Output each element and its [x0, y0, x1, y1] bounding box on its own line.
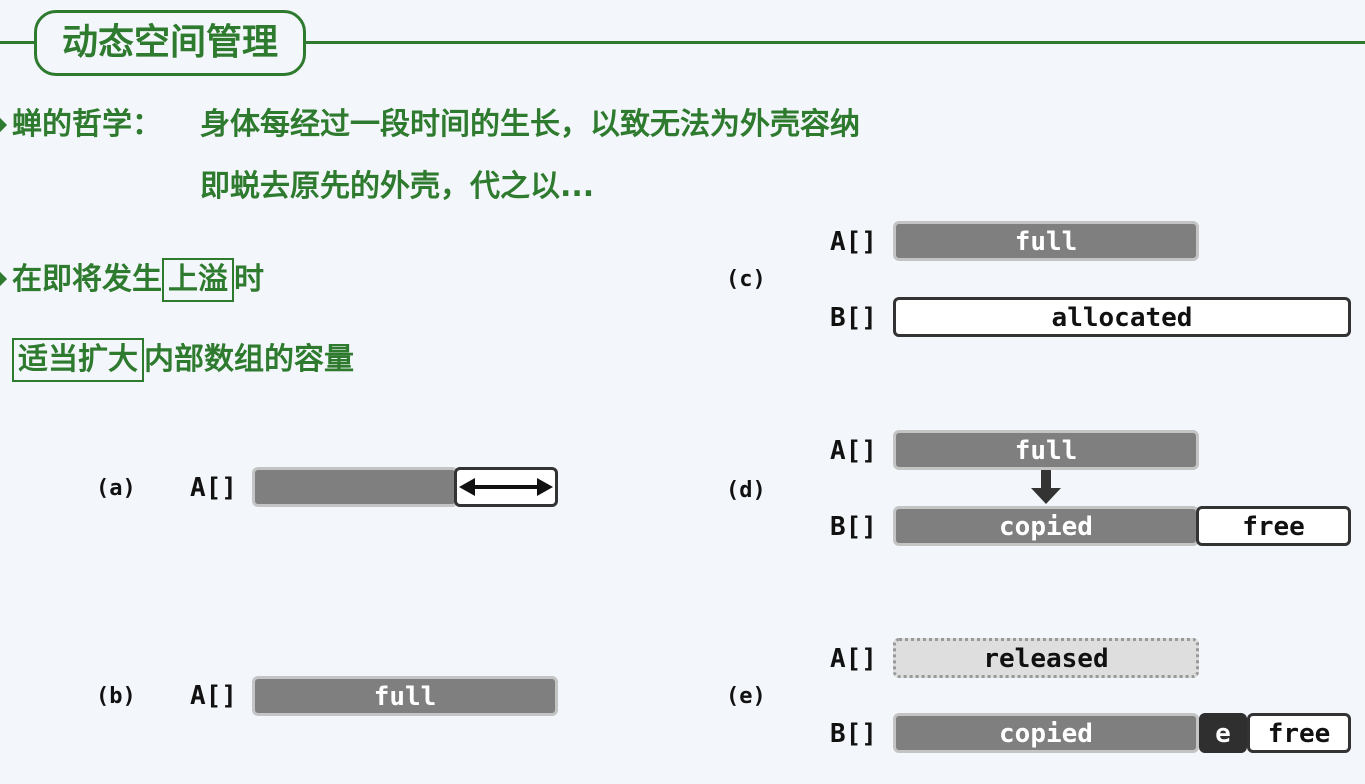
panel-e-b-copied-bar: copied	[893, 713, 1199, 753]
expand-line: 适当扩大 内部数组的容量	[12, 338, 354, 382]
cicada-line-1: 身体每经过一段时间的生长，以致无法为外壳容纳	[200, 107, 860, 142]
panel-e-array-a-label: A[]	[830, 644, 877, 674]
overflow-prefix: 在即将发生	[12, 262, 162, 297]
panel-d-b-free-bar: free	[1196, 506, 1351, 546]
overflow-line: 在即将发生 上溢时	[12, 258, 264, 302]
cicada-line-2: 即蜕去原先的外壳，代之以...	[200, 169, 595, 204]
panel-a-tag: (a)	[96, 476, 136, 501]
panel-c-tag: (c)	[726, 267, 766, 292]
panel-c-b-allocated-bar: allocated	[893, 297, 1351, 337]
panel-e-tag: (e)	[726, 684, 766, 709]
panel-b-array-label: A[]	[190, 681, 237, 711]
page-title: 动态空间管理	[34, 10, 306, 76]
expand-suffix: 内部数组的容量	[144, 342, 354, 377]
panel-e-a-released-bar: released	[893, 638, 1199, 678]
panel-b-tag: (b)	[96, 684, 136, 709]
bullet-icon	[0, 271, 8, 287]
panel-c-array-a-label: A[]	[830, 227, 877, 257]
panel-e-b-new-element: e	[1199, 713, 1247, 753]
overflow-boxed-term: 上溢	[162, 258, 234, 302]
panel-a-growth-bar	[454, 467, 558, 507]
panel-c-a-full-bar: full	[893, 221, 1199, 261]
cicada-label: 蝉的哲学：	[12, 107, 162, 142]
panel-d-array-b-label: B[]	[830, 512, 877, 542]
panel-a-filled-bar	[252, 467, 458, 507]
panel-d-a-full-bar: full	[893, 430, 1199, 470]
copy-down-arrow-icon	[1031, 470, 1061, 504]
panel-e-b-free-bar: free	[1247, 713, 1351, 753]
panel-d-array-a-label: A[]	[830, 436, 877, 466]
overflow-suffix: 时	[234, 262, 264, 297]
panel-d-b-copied-bar: copied	[893, 506, 1199, 546]
panel-e-array-b-label: B[]	[830, 719, 877, 749]
panel-b-full-bar: full	[252, 676, 558, 716]
panel-c-array-b-label: B[]	[830, 303, 877, 333]
bullet-icon	[0, 117, 8, 133]
panel-d-tag: (d)	[726, 478, 766, 503]
panel-a-array-label: A[]	[190, 473, 237, 503]
expand-boxed-term: 适当扩大	[12, 338, 144, 382]
double-arrow-icon	[459, 478, 553, 496]
